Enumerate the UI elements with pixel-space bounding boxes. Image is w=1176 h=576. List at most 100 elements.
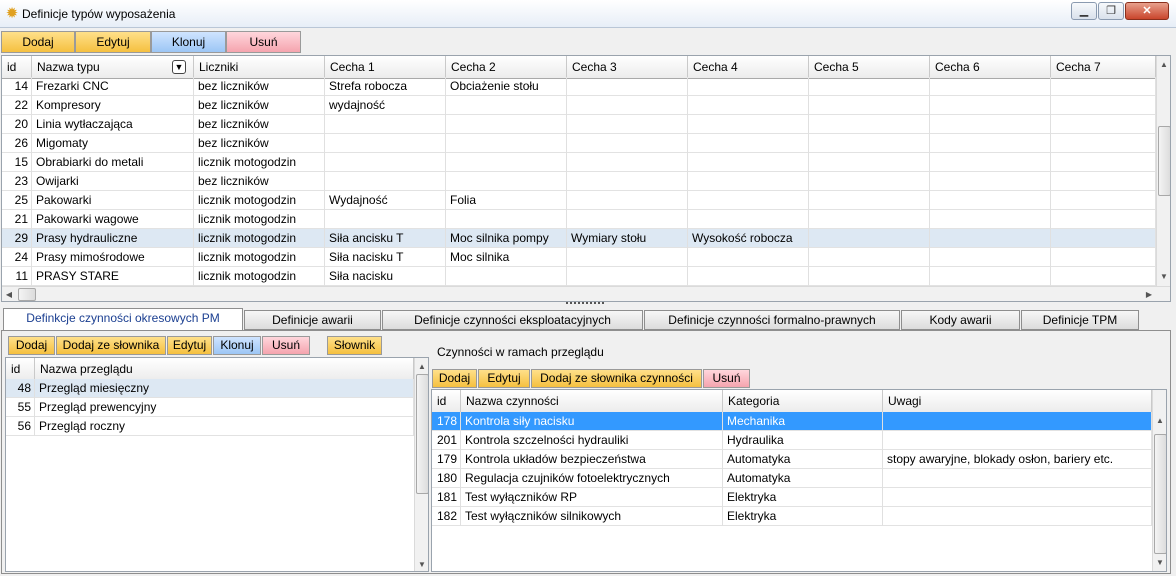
scroll-up-arrow-icon[interactable]: ▲ bbox=[1153, 416, 1166, 425]
column-header[interactable]: Kategoria bbox=[723, 390, 883, 413]
table-row[interactable]: 14 Frezarki CNC bez liczników Strefa robocz… bbox=[2, 77, 1156, 96]
scroll-thumb[interactable] bbox=[1158, 126, 1170, 196]
table-cell: PRASY STARE bbox=[32, 267, 194, 286]
table-row[interactable]: 21 Pakowarki wagowe licznik motogodzin bbox=[2, 210, 1156, 229]
column-header[interactable]: Liczniki bbox=[194, 56, 325, 79]
splitter-grip-icon[interactable] bbox=[566, 302, 604, 306]
activity-add-from-dictionary-button[interactable]: Dodaj ze słownika czynności bbox=[531, 369, 702, 388]
table-row[interactable]: 182 Test wyłączników silnikowych Elektryka bbox=[432, 507, 1152, 526]
column-header[interactable]: Cecha 1 bbox=[325, 56, 446, 79]
table-cell: Automatyka bbox=[723, 469, 883, 488]
table-row[interactable]: 22 Kompresory bez liczników wydajność bbox=[2, 96, 1156, 115]
scroll-left-arrow-icon[interactable]: ◀ bbox=[2, 290, 16, 299]
maximize-button[interactable]: ❐ bbox=[1098, 2, 1124, 20]
dictionary-button[interactable]: Słownik bbox=[327, 336, 382, 355]
activity-add-button[interactable]: Dodaj bbox=[432, 369, 477, 388]
scroll-up-arrow-icon[interactable]: ▲ bbox=[415, 362, 428, 371]
filter-icon[interactable]: ▼ bbox=[172, 60, 186, 74]
edit-button[interactable]: Edytuj bbox=[75, 31, 151, 53]
table-cell: 178 bbox=[432, 412, 461, 431]
table-cell bbox=[1051, 134, 1156, 153]
table-row[interactable]: 179 Kontrola układów bezpieczeństwa Automa… bbox=[432, 450, 1152, 469]
activity-delete-button[interactable]: Usuń bbox=[703, 369, 750, 388]
table-cell: Kontrola szczelności hydrauliki bbox=[461, 431, 723, 450]
table-row[interactable]: 181 Test wyłączników RP Elektryka bbox=[432, 488, 1152, 507]
tab-2[interactable]: Definicje awarii bbox=[244, 310, 381, 330]
column-header[interactable]: Nazwa czynności bbox=[461, 390, 723, 413]
table-cell: licznik motogodzin bbox=[194, 267, 325, 286]
activities-vertical-scrollbar[interactable]: ▲ ▼ bbox=[1152, 390, 1166, 571]
table-row[interactable]: 56 Przegląd roczny bbox=[6, 417, 414, 436]
clone-button[interactable]: Klonuj bbox=[151, 31, 226, 53]
table-cell: Linia wytłaczająca bbox=[32, 115, 194, 134]
scroll-down-arrow-icon[interactable]: ▼ bbox=[1157, 272, 1170, 281]
window-title: Definicje typów wyposażenia bbox=[22, 7, 176, 21]
table-row[interactable]: 24 Prasy mimośrodowe licznik motogodzin Sił… bbox=[2, 248, 1156, 267]
table-row[interactable]: 26 Migomaty bez liczników bbox=[2, 134, 1156, 153]
table-row[interactable]: 48 Przegląd miesięczny bbox=[6, 379, 414, 398]
column-header[interactable]: Cecha 7 bbox=[1051, 56, 1156, 79]
minimize-button[interactable]: ▁ bbox=[1071, 2, 1097, 20]
pm-edit-button[interactable]: Edytuj bbox=[167, 336, 212, 355]
table-cell bbox=[930, 115, 1051, 134]
pm-clone-button[interactable]: Klonuj bbox=[213, 336, 261, 355]
scroll-thumb[interactable] bbox=[1154, 434, 1166, 554]
vertical-scrollbar[interactable]: ▲ ▼ bbox=[1156, 56, 1170, 286]
scroll-down-arrow-icon[interactable]: ▼ bbox=[1153, 558, 1166, 567]
scroll-up-arrow-icon[interactable]: ▲ bbox=[1157, 60, 1170, 69]
scroll-thumb-horizontal[interactable] bbox=[18, 288, 36, 301]
scroll-down-arrow-icon[interactable]: ▼ bbox=[415, 560, 428, 569]
table-cell: stopy awaryjne, blokady osłon, bariery e… bbox=[883, 450, 1152, 469]
table-cell: 15 bbox=[2, 153, 32, 172]
activity-edit-button[interactable]: Edytuj bbox=[478, 369, 530, 388]
table-cell: 21 bbox=[2, 210, 32, 229]
table-row[interactable]: 201 Kontrola szczelności hydrauliki Hydrau… bbox=[432, 431, 1152, 450]
table-row[interactable]: 23 Owijarki bez liczników bbox=[2, 172, 1156, 191]
column-header[interactable]: Cecha 5 bbox=[809, 56, 930, 79]
close-button[interactable]: ✕ bbox=[1125, 2, 1169, 20]
table-row[interactable]: 15 Obrabiarki do metali licznik motogodzin bbox=[2, 153, 1156, 172]
table-row[interactable]: 180 Regulacja czujników fotoelektrycznych… bbox=[432, 469, 1152, 488]
activities-table[interactable]: id Nazwa czynności Kategoria Uwagi 178 Kontr… bbox=[431, 389, 1167, 572]
column-header[interactable]: id bbox=[2, 56, 32, 79]
tab-3[interactable]: Definicje czynności eksploatacyjnych bbox=[382, 310, 643, 330]
column-header[interactable]: Cecha 3 bbox=[567, 56, 688, 79]
scroll-thumb[interactable] bbox=[416, 374, 428, 494]
table-cell bbox=[688, 248, 809, 267]
table-row[interactable]: 25 Pakowarki licznik motogodzin Wydajność Fo… bbox=[2, 191, 1156, 210]
tab-1[interactable]: Definkcje czynności okresowych PM bbox=[3, 308, 243, 331]
column-header[interactable]: Cecha 6 bbox=[930, 56, 1051, 79]
table-row[interactable]: 11 PRASY STARE licznik motogodzin Siła naci… bbox=[2, 267, 1156, 286]
column-header[interactable]: Cecha 2 bbox=[446, 56, 567, 79]
column-header[interactable]: Nazwa przeglądu bbox=[35, 358, 414, 381]
scroll-right-arrow-icon[interactable]: ▶ bbox=[1142, 290, 1156, 299]
table-row[interactable]: 29 Prasy hydrauliczne licznik motogodzin Si… bbox=[2, 229, 1156, 248]
table-cell: Test wyłączników RP bbox=[461, 488, 723, 507]
table-cell: Prasy mimośrodowe bbox=[32, 248, 194, 267]
pm-add-button[interactable]: Dodaj bbox=[8, 336, 55, 355]
table-cell: 22 bbox=[2, 96, 32, 115]
column-header[interactable]: Uwagi bbox=[883, 390, 1152, 413]
table-cell bbox=[446, 115, 567, 134]
column-header[interactable]: id bbox=[6, 358, 35, 381]
pm-add-from-dictionary-button[interactable]: Dodaj ze słownika bbox=[56, 336, 166, 355]
inspections-table[interactable]: id Nazwa przeglądu 48 Przegląd miesięczny 5… bbox=[5, 357, 429, 572]
column-header[interactable]: Nazwa typu bbox=[32, 56, 194, 79]
table-row[interactable]: 20 Linia wytłaczająca bez liczników bbox=[2, 115, 1156, 134]
equipment-types-table[interactable]: id Nazwa typu Liczniki Cecha 1 Cecha 2 Cecha … bbox=[1, 55, 1171, 302]
table-cell bbox=[883, 469, 1152, 488]
column-header[interactable]: Cecha 4 bbox=[688, 56, 809, 79]
table-cell bbox=[1051, 229, 1156, 248]
tab-5[interactable]: Kody awarii bbox=[901, 310, 1020, 330]
add-button[interactable]: Dodaj bbox=[1, 31, 75, 53]
column-header[interactable]: id bbox=[432, 390, 461, 413]
table-row[interactable]: 178 Kontrola siły nacisku Mechanika bbox=[432, 412, 1152, 431]
delete-button[interactable]: Usuń bbox=[226, 31, 301, 53]
tab-6[interactable]: Definicje TPM bbox=[1021, 310, 1139, 330]
pm-delete-button[interactable]: Usuń bbox=[262, 336, 310, 355]
tab-4[interactable]: Definicje czynności formalno-prawnych bbox=[644, 310, 900, 330]
horizontal-scrollbar[interactable]: ◀ ▶ bbox=[2, 286, 1170, 301]
table-row[interactable]: 55 Przegląd prewencyjny bbox=[6, 398, 414, 417]
inspections-vertical-scrollbar[interactable]: ▲ ▼ bbox=[414, 358, 428, 571]
table-cell: Kontrola siły nacisku bbox=[461, 412, 723, 431]
